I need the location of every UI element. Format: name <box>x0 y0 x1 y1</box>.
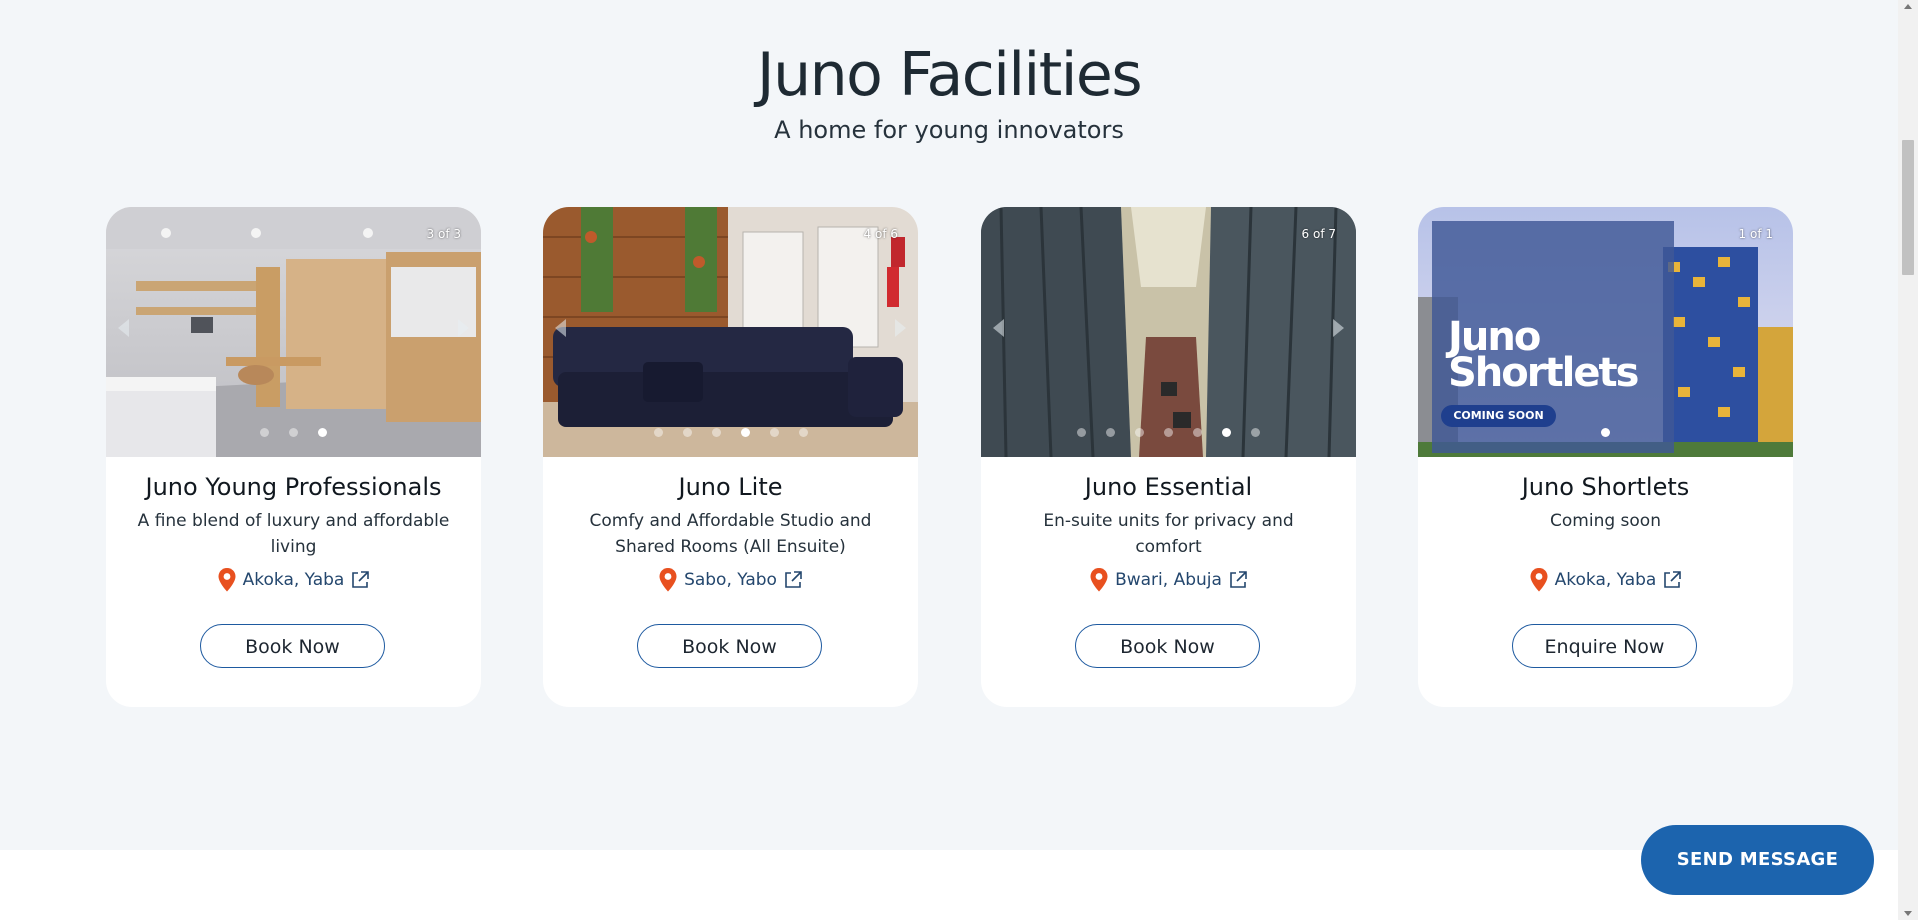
carousel-prev-arrow[interactable] <box>555 319 566 337</box>
promo-title: Juno Shortlets <box>1448 314 1639 396</box>
carousel-dot[interactable] <box>1222 428 1231 437</box>
facility-name: Juno Lite <box>678 473 783 501</box>
carousel-prev-arrow[interactable] <box>118 319 129 337</box>
book-now-button[interactable]: Book Now <box>1075 624 1260 668</box>
carousel-dot[interactable] <box>769 428 779 437</box>
carousel-dot[interactable] <box>1106 428 1115 437</box>
carousel-dot[interactable] <box>289 428 298 437</box>
location-text: Akoka, Yaba <box>1554 570 1657 590</box>
carousel-dot[interactable] <box>1164 428 1173 437</box>
carousel-prev-arrow[interactable] <box>993 319 1004 337</box>
carousel-dot[interactable] <box>260 428 269 437</box>
carousel-dot[interactable] <box>653 428 663 437</box>
facility-location-link[interactable]: Akoka, Yaba <box>106 567 481 593</box>
section-title: Juno Facilities <box>756 40 1143 110</box>
facility-name: Juno Young Professionals <box>145 473 442 501</box>
studio-apartment-photo <box>106 207 481 457</box>
enquire-now-button[interactable]: Enquire Now <box>1512 624 1697 668</box>
carousel-dot[interactable] <box>1251 428 1260 437</box>
send-message-button[interactable]: SEND MESSAGE <box>1641 825 1874 895</box>
location-text: Bwari, Abuja <box>1115 570 1222 590</box>
external-link-icon <box>1230 571 1247 588</box>
carousel-dots <box>106 428 481 437</box>
page-scrollbar[interactable] <box>1898 0 1918 920</box>
coming-soon-badge: COMING SOON <box>1441 405 1556 427</box>
facility-name: Juno Shortlets <box>1521 473 1690 501</box>
location-pin-icon <box>659 568 677 592</box>
location-text: Akoka, Yaba <box>242 570 345 590</box>
book-now-button[interactable]: Book Now <box>637 624 822 668</box>
facility-card-shortlets: Juno Shortlets COMING SOON 1 of 1 Juno S… <box>1418 207 1793 707</box>
carousel-dot[interactable] <box>798 428 808 437</box>
location-pin-icon <box>1530 568 1548 592</box>
facility-description: Coming soon <box>1550 511 1661 531</box>
location-text: Sabo, Yabo <box>684 570 777 590</box>
carousel-dot[interactable] <box>1077 428 1086 437</box>
location-pin-icon <box>1090 568 1108 592</box>
external-link-icon <box>785 571 802 588</box>
carousel-dot[interactable] <box>1135 428 1144 437</box>
facility-description: Comfy and Affordable Studio and Shared R… <box>589 511 872 557</box>
slide-counter: 6 of 7 <box>1301 227 1336 241</box>
next-section <box>0 850 1898 920</box>
facility-description: A fine blend of luxury and affordable li… <box>137 511 450 557</box>
carousel-next-arrow[interactable] <box>1333 319 1344 337</box>
carousel-next-arrow[interactable] <box>895 319 906 337</box>
facility-description: En-suite units for privacy and comfort <box>1043 511 1294 557</box>
facility-photo-carousel[interactable]: 4 of 6 <box>543 207 918 457</box>
carousel-dots <box>543 428 918 437</box>
slide-counter: 3 of 3 <box>426 227 461 241</box>
book-now-button[interactable]: Book Now <box>200 624 385 668</box>
carousel-dot[interactable] <box>740 428 750 437</box>
facility-location-link[interactable]: Akoka, Yaba <box>1418 567 1793 593</box>
carousel-dots <box>981 428 1356 437</box>
carousel-dot[interactable] <box>1193 428 1202 437</box>
facility-name: Juno Essential <box>1084 473 1253 501</box>
facility-photo-carousel[interactable]: Juno Shortlets COMING SOON 1 of 1 <box>1418 207 1793 457</box>
location-pin-icon <box>218 568 236 592</box>
lounge-photo <box>543 207 918 457</box>
facility-location-link[interactable]: Bwari, Abuja <box>981 567 1356 593</box>
scroll-thumb[interactable] <box>1902 140 1914 275</box>
carousel-dot[interactable] <box>711 428 721 437</box>
section-subtitle: A home for young innovators <box>774 116 1124 144</box>
carousel-dots <box>1418 428 1793 437</box>
facility-card-young-professionals: 3 of 3 Juno Young Professionals A fine b… <box>106 207 481 707</box>
facility-card-essential: 6 of 7 Juno Essential En-suite units for… <box>981 207 1356 707</box>
facility-card-lite: 4 of 6 Juno Lite Comfy and Affordable St… <box>543 207 918 707</box>
carousel-dot[interactable] <box>682 428 692 437</box>
slide-counter: 1 of 1 <box>1738 227 1773 241</box>
external-link-icon <box>352 571 370 588</box>
scroll-up-arrow-icon[interactable] <box>1904 4 1912 9</box>
carousel-dot[interactable] <box>318 428 327 437</box>
atrium-photo <box>981 207 1356 457</box>
carousel-dot[interactable] <box>1601 428 1610 437</box>
facility-photo-carousel[interactable]: 3 of 3 <box>106 207 481 457</box>
external-link-icon <box>1664 571 1682 588</box>
scroll-down-arrow-icon[interactable] <box>1904 911 1912 916</box>
facility-location-link[interactable]: Sabo, Yabo <box>543 567 918 593</box>
carousel-next-arrow[interactable] <box>458 319 469 337</box>
facility-photo-carousel[interactable]: 6 of 7 <box>981 207 1356 457</box>
slide-counter: 4 of 6 <box>863 227 898 241</box>
